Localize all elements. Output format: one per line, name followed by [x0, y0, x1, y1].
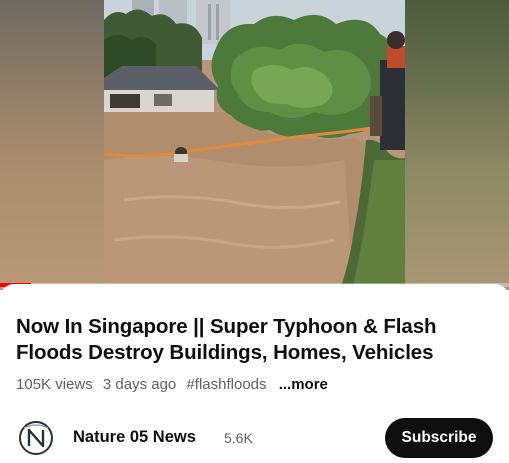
video-blur-left: [0, 0, 104, 290]
subscriber-count: 5.6K: [224, 430, 253, 446]
channel-avatar[interactable]: [18, 420, 54, 456]
video-title[interactable]: Now In Singapore || Super Typhoon & Flas…: [16, 314, 496, 366]
flood-scene-image: [104, 0, 405, 290]
subscribe-button[interactable]: Subscribe: [385, 418, 493, 458]
video-watch-screen: Now In Singapore || Super Typhoon & Flas…: [0, 0, 509, 463]
video-blur-right: [405, 0, 509, 290]
video-frame[interactable]: [104, 0, 405, 290]
channel-row: Nature 05 News 5.6K Subscribe: [0, 418, 509, 458]
channel-name[interactable]: Nature 05 News: [73, 428, 196, 447]
video-info-sheet: Now In Singapore || Super Typhoon & Flas…: [0, 284, 509, 463]
nature-05-news-logo-icon: [19, 421, 53, 455]
more-button[interactable]: ...more: [279, 376, 328, 393]
video-meta-row[interactable]: 105K views 3 days ago #flashfloods ...mo…: [16, 376, 334, 393]
video-player[interactable]: [0, 0, 509, 290]
hashtag-link[interactable]: #flashfloods: [186, 376, 266, 393]
view-count: 105K views: [16, 376, 93, 393]
upload-age: 3 days ago: [102, 376, 177, 393]
